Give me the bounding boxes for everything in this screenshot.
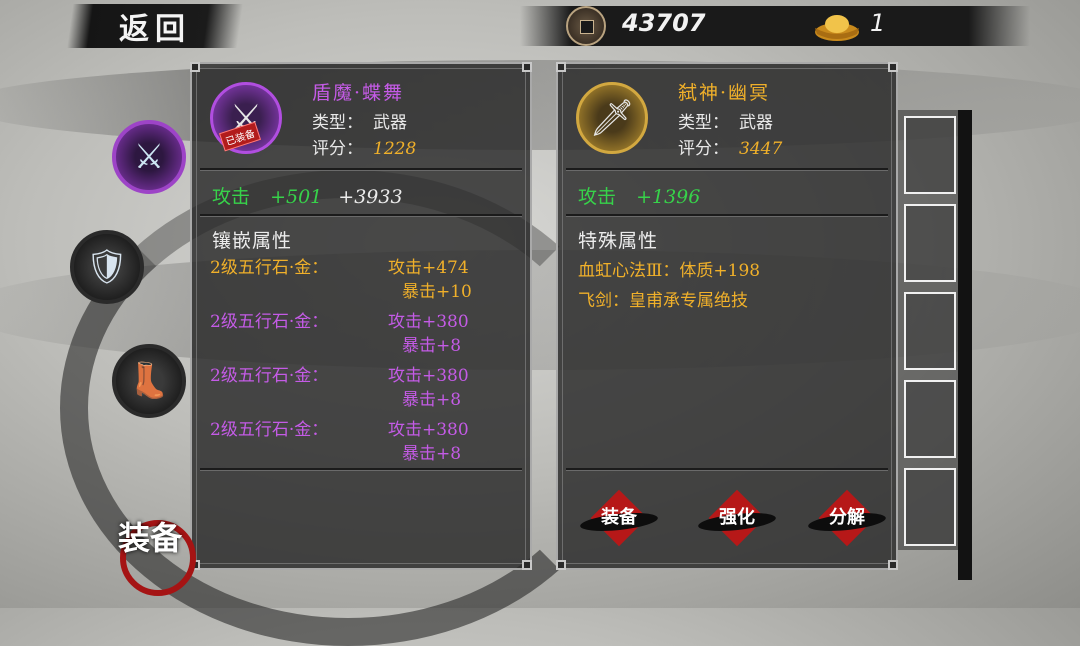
- gem-stat: 暴击+8: [402, 336, 462, 356]
- back-button-label: 返回: [119, 12, 191, 47]
- decompose-button[interactable]: 分解: [807, 488, 887, 548]
- divider: [200, 468, 522, 471]
- gem-row: 2级五行石·金： 攻击+380 暴击+8: [210, 418, 469, 466]
- panel-corner: [888, 560, 898, 570]
- inventory-shelf: [898, 110, 960, 550]
- attack-total: +3933: [338, 186, 403, 208]
- sword-icon: ⚔: [133, 137, 165, 177]
- equip-button-label: 装备: [601, 507, 637, 528]
- equip-button[interactable]: 装备: [579, 488, 659, 548]
- gem-row: 2级五行石·金： 攻击+380 暴击+8: [210, 364, 469, 412]
- gem-stat: 攻击+380: [388, 420, 469, 440]
- score-value: 1228: [373, 139, 417, 159]
- enhance-button-label: 强化: [719, 507, 755, 528]
- item-icon: ⚔ 已装备: [210, 82, 282, 154]
- item-icon: 🗡: [576, 82, 648, 154]
- divider: [566, 468, 888, 471]
- attack-stat: 攻击 +501 +3933: [212, 182, 403, 209]
- equipped-item-panel: ⚔ 已装备 盾魔·蝶舞 类型： 武器 评分： 1228 攻击 +501 +3933 …: [190, 62, 532, 570]
- divider: [566, 168, 888, 171]
- gem-stat: 暴击+10: [402, 282, 472, 302]
- special-attribute: 飞剑：皇甫承专属绝技: [578, 291, 748, 311]
- copper-coin-icon: [566, 6, 606, 46]
- attack-stat: 攻击 +1396: [578, 182, 700, 209]
- gem-stat: 攻击+380: [388, 366, 469, 386]
- type-label: 类型：: [312, 113, 363, 133]
- type-label: 类型：: [678, 113, 729, 133]
- special-attribute: 血虹心法Ⅲ：体质+198: [578, 261, 761, 281]
- score-label: 评分：: [312, 139, 363, 159]
- gem-name: 2级五行石·金：: [210, 420, 329, 440]
- panel-corner: [522, 560, 532, 570]
- coin-amount: 43707: [622, 9, 706, 37]
- gem-row: 2级五行石·金： 攻击+474 暴击+10: [210, 256, 472, 304]
- inventory-slot[interactable]: [904, 204, 956, 282]
- dagger-icon: 🗡: [589, 98, 635, 139]
- gem-name: 2级五行石·金：: [210, 312, 329, 332]
- gem-stat: 攻击+474: [388, 258, 469, 278]
- divider: [200, 168, 522, 171]
- gem-stat: 暴击+8: [402, 390, 462, 410]
- compare-item-panel: 🗡 弑神·幽冥 类型： 武器 评分： 3447 攻击 +1396 特殊属性 血虹心法…: [556, 62, 898, 570]
- inventory-slot[interactable]: [904, 292, 956, 370]
- top-bar: 返回 43707 1: [0, 0, 1080, 52]
- item-name: 弑神·幽冥: [678, 82, 771, 104]
- inventory-slot[interactable]: [904, 116, 956, 194]
- inventory-slot[interactable]: [904, 380, 956, 458]
- item-name: 盾魔·蝶舞: [312, 82, 405, 104]
- gem-name: 2级五行石·金：: [210, 366, 329, 386]
- gold-ingot-icon: [815, 15, 859, 41]
- enhance-button[interactable]: 强化: [697, 488, 777, 548]
- panel-corner: [556, 62, 566, 72]
- score-value: 3447: [739, 139, 783, 159]
- gem-name: 2级五行石·金：: [210, 258, 329, 278]
- equipment-slot-weapon[interactable]: ⚔: [112, 120, 186, 194]
- boots-icon: 👢: [127, 361, 171, 401]
- panel-corner: [888, 62, 898, 72]
- panel-corner: [556, 560, 566, 570]
- panel-corner: [522, 62, 532, 72]
- ingot-amount: 1: [870, 9, 886, 37]
- gem-stat: 暴击+8: [402, 444, 462, 464]
- inventory-slot[interactable]: [904, 468, 956, 546]
- attack-bonus: +1396: [636, 186, 701, 208]
- attack-label: 攻击: [212, 186, 251, 208]
- item-score: 评分： 1228: [312, 134, 416, 159]
- item-score: 评分： 3447: [678, 134, 782, 159]
- divider: [566, 214, 888, 217]
- score-label: 评分：: [678, 139, 729, 159]
- panel-corner: [190, 62, 200, 72]
- type-value: 武器: [373, 113, 407, 133]
- armor-icon: 🛡: [85, 247, 129, 287]
- attack-bonus: +501: [270, 186, 323, 208]
- equipment-tab-label: 装备: [118, 519, 183, 557]
- attack-label: 攻击: [578, 186, 617, 208]
- equipment-slot-boots[interactable]: 👢: [112, 344, 186, 418]
- shelf-scrollbar[interactable]: [958, 110, 972, 580]
- section-title: 特殊属性: [578, 230, 659, 252]
- section-title: 镶嵌属性: [212, 230, 293, 252]
- equipment-slot-armor[interactable]: 🛡: [70, 230, 144, 304]
- back-button[interactable]: 返回: [66, 4, 244, 48]
- type-value: 武器: [739, 113, 773, 133]
- divider: [200, 214, 522, 217]
- gem-stat: 攻击+380: [388, 312, 469, 332]
- gem-row: 2级五行石·金： 攻击+380 暴击+8: [210, 310, 469, 358]
- equipment-tab[interactable]: 装备: [112, 510, 202, 600]
- item-type: 类型： 武器: [312, 108, 407, 133]
- item-type: 类型： 武器: [678, 108, 773, 133]
- decompose-button-label: 分解: [829, 507, 865, 528]
